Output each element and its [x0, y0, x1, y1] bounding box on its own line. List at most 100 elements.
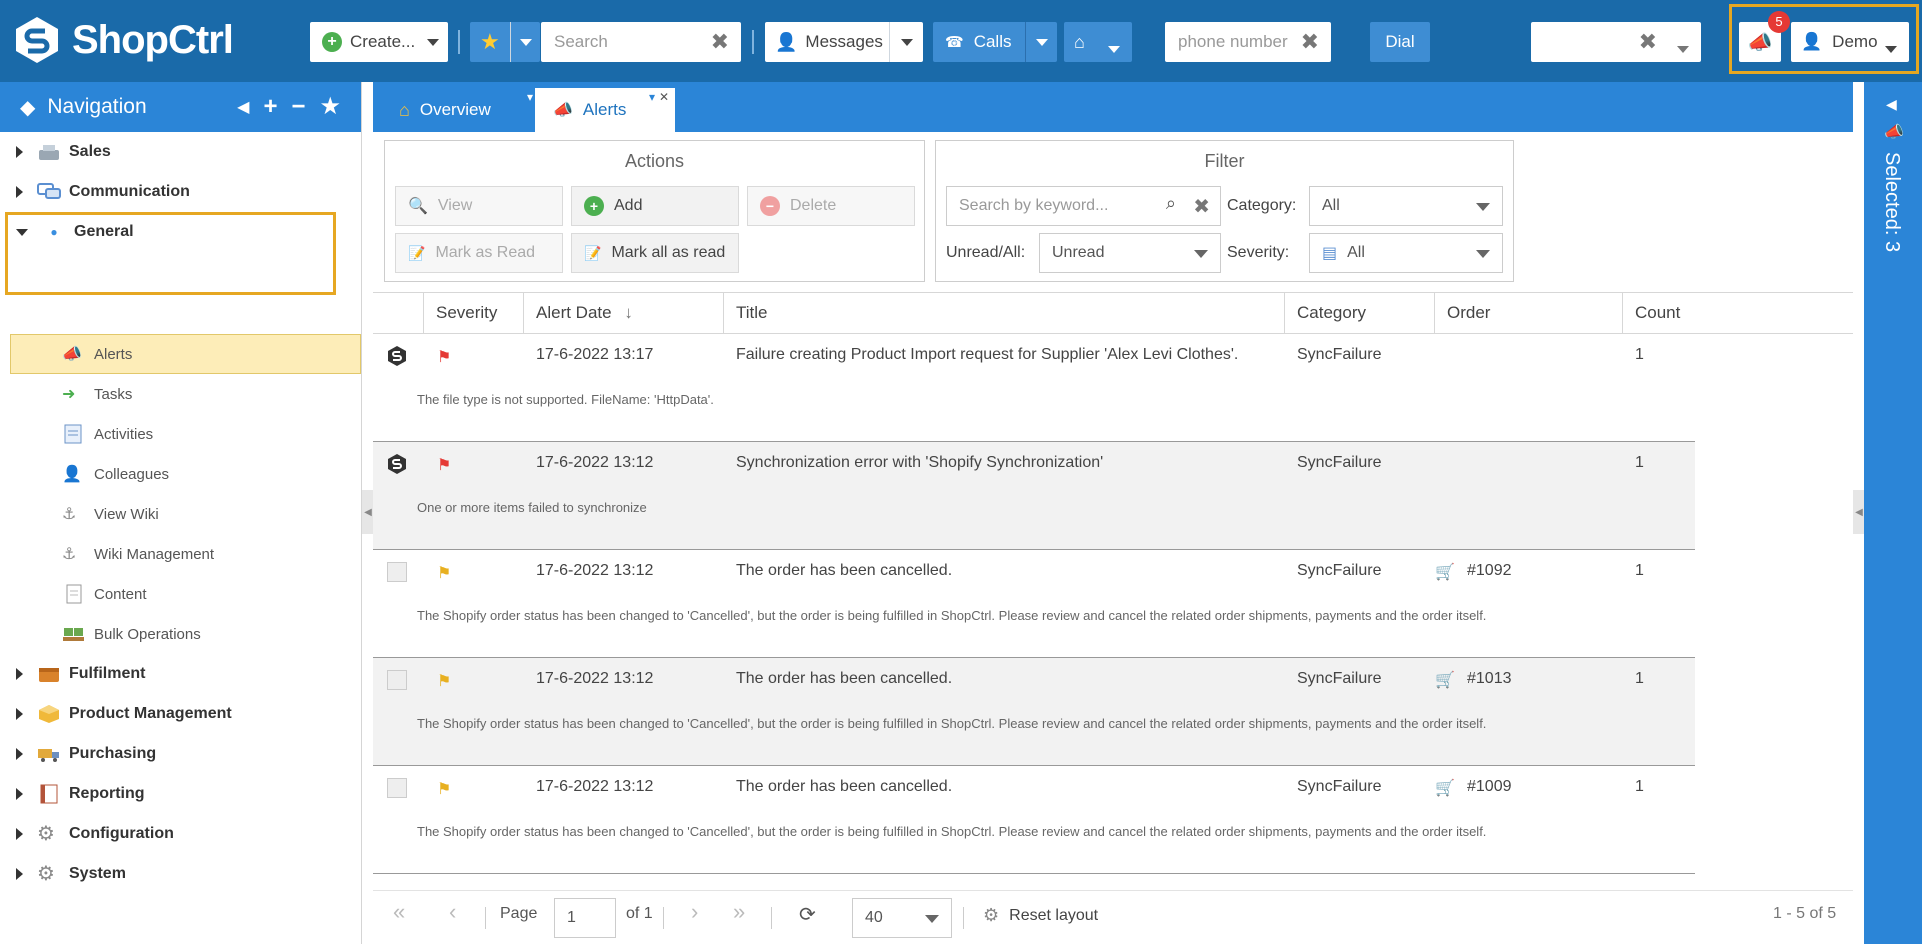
mark-all-as-read-button[interactable]: 📝 Mark all as read	[571, 233, 739, 273]
expand-all-icon[interactable]: +	[263, 93, 277, 121]
table-row[interactable]: ⚑ 17-6-2022 13:12 The order has been can…	[373, 766, 1695, 874]
severity-select[interactable]: ▤ All	[1309, 233, 1503, 273]
expand-panel-icon[interactable]: ◀	[1886, 96, 1897, 113]
add-button[interactable]: + Add	[571, 186, 739, 226]
context-select[interactable]: ✖	[1531, 22, 1701, 62]
nav-activities[interactable]: Activities	[62, 414, 153, 454]
favorites-star-icon[interactable]: ★	[319, 92, 341, 121]
expand-arrow-icon[interactable]	[16, 668, 23, 680]
nav-sales[interactable]: Sales	[16, 132, 111, 172]
column-title[interactable]: Title	[723, 293, 1284, 333]
alert-date: 17-6-2022 13:12	[536, 778, 654, 795]
selection-panel[interactable]: ◀ 📣 Selected: 3	[1864, 82, 1922, 944]
page-number-input[interactable]: 1	[554, 898, 616, 938]
nav-view-wiki[interactable]: ⚓ View Wiki	[62, 494, 159, 534]
alert-category: SyncFailure	[1297, 670, 1382, 687]
nav-content[interactable]: Content	[62, 574, 147, 614]
next-page-icon[interactable]: ›	[691, 899, 698, 925]
last-page-icon[interactable]: »	[733, 899, 745, 925]
anchor-icon: ⚓	[62, 506, 77, 523]
nav-activities-label: Activities	[94, 425, 154, 443]
nav-tasks[interactable]: ➜ Tasks	[62, 374, 132, 414]
view-button[interactable]: 🔍 View	[395, 186, 563, 226]
nav-fulfilment[interactable]: Fulfilment	[16, 654, 145, 694]
delete-button[interactable]: − Delete	[747, 186, 915, 226]
previous-page-icon[interactable]: ‹	[449, 899, 456, 925]
alert-date: 17-6-2022 13:17	[536, 346, 654, 363]
document-source-icon	[387, 562, 407, 582]
expand-arrow-icon[interactable]	[16, 788, 23, 800]
refresh-icon[interactable]: ⟳	[799, 902, 816, 927]
expand-arrow-icon[interactable]	[16, 186, 23, 198]
tab-alerts[interactable]: 📣 Alerts ▾ ✕	[535, 88, 675, 132]
create-dropdown[interactable]: + Create...	[310, 22, 448, 62]
gear-icon: ⚙	[37, 823, 55, 845]
table-row[interactable]: ⚑ 17-6-2022 13:12 The order has been can…	[373, 658, 1695, 766]
search-icon[interactable]: ⌕	[1166, 193, 1176, 214]
nav-bulk-operations[interactable]: Bulk Operations	[62, 614, 201, 654]
column-order[interactable]: Order	[1434, 293, 1622, 333]
nav-wiki-management[interactable]: ⚓ Wiki Management	[62, 534, 214, 574]
column-severity[interactable]: Severity	[423, 293, 523, 333]
order-link[interactable]: #1013	[1467, 670, 1512, 688]
phone-number-placeholder: phone number	[1178, 32, 1288, 51]
nav-alerts[interactable]: 📣 Alerts	[62, 334, 132, 374]
reset-layout-button[interactable]: ⚙ Reset layout	[983, 905, 1098, 926]
table-row[interactable]: ⚑ 17-6-2022 13:12 Synchronization error …	[373, 442, 1695, 550]
collapse-all-icon[interactable]: −	[291, 93, 305, 121]
first-page-icon[interactable]: «	[393, 899, 405, 925]
messages-label: Messages	[805, 32, 883, 51]
chevron-down-icon	[1035, 38, 1048, 46]
tab-overview[interactable]: ⌂ Overview ▾	[381, 88, 539, 132]
favorites-dropdown[interactable]: ★	[470, 22, 540, 62]
expand-arrow-icon[interactable]	[16, 828, 23, 840]
phone-number-input[interactable]: phone number ✖	[1165, 22, 1331, 62]
clear-keyword-icon[interactable]: ✖	[1193, 194, 1210, 219]
calls-dropdown[interactable]: ☎ Calls	[933, 22, 1057, 62]
nav-communication[interactable]: Communication	[16, 172, 190, 212]
expand-arrow-icon[interactable]	[16, 146, 23, 158]
unread-all-select[interactable]: Unread	[1039, 233, 1221, 273]
expand-arrow-icon[interactable]	[16, 708, 23, 720]
tab-menu-icon[interactable]: ▾	[649, 90, 655, 104]
nav-product-management[interactable]: Product Management	[16, 694, 232, 734]
collapse-nav-icon[interactable]: ◀	[237, 97, 249, 117]
person-icon: 👤	[62, 466, 82, 483]
order-link[interactable]: #1092	[1467, 562, 1512, 580]
nav-purchasing[interactable]: Purchasing	[16, 734, 156, 774]
page-total: of 1	[626, 905, 653, 922]
mark-as-read-button[interactable]: 📝 Mark as Read	[395, 233, 563, 273]
table-row[interactable]: ⚑ 17-6-2022 13:12 The order has been can…	[373, 550, 1695, 658]
messages-dropdown[interactable]: 👤 Messages	[765, 22, 923, 62]
nav-configuration[interactable]: ⚙ Configuration	[16, 814, 174, 854]
expand-arrow-icon[interactable]	[16, 868, 23, 880]
truck-icon	[38, 749, 59, 762]
nav-colleagues[interactable]: 👤 Colleagues	[62, 454, 169, 494]
page-size-select[interactable]: 40	[852, 898, 952, 938]
table-row[interactable]: ⚑ 17-6-2022 13:17 Failure creating Produ…	[373, 334, 1695, 442]
close-tab-icon[interactable]: ✕	[659, 90, 669, 104]
search-input[interactable]: Search ✖	[541, 22, 741, 62]
alert-category: SyncFailure	[1297, 778, 1382, 795]
column-count[interactable]: Count	[1622, 293, 1853, 333]
nav-reporting[interactable]: Reporting	[16, 774, 145, 814]
nav-system[interactable]: ⚙ System	[16, 854, 126, 894]
clear-phone-icon[interactable]: ✖	[1301, 29, 1319, 55]
unread-all-label: Unread/All:	[946, 244, 1026, 261]
column-alert-date[interactable]: Alert Date ↓	[523, 293, 723, 333]
expand-arrow-icon[interactable]	[16, 748, 23, 760]
keyword-search-input[interactable]: Search by keyword... ⌕ ✖	[946, 186, 1221, 226]
order-link[interactable]: #1009	[1467, 778, 1512, 796]
home-dropdown[interactable]: ⌂	[1064, 22, 1132, 62]
clear-search-icon[interactable]: ✖	[711, 29, 729, 55]
category-select[interactable]: All	[1309, 186, 1503, 226]
alert-date: 17-6-2022 13:12	[536, 562, 654, 579]
dial-button[interactable]: Dial	[1370, 22, 1430, 62]
clear-select-icon[interactable]: ✖	[1639, 29, 1657, 55]
chevron-down-icon	[519, 38, 532, 46]
chevron-down-icon	[1476, 250, 1490, 258]
app-logo[interactable]: ShopCtrl	[12, 12, 234, 68]
tab-menu-icon[interactable]: ▾	[527, 90, 533, 104]
column-category[interactable]: Category	[1284, 293, 1434, 333]
alert-description: The Shopify order status has been change…	[417, 608, 1487, 623]
